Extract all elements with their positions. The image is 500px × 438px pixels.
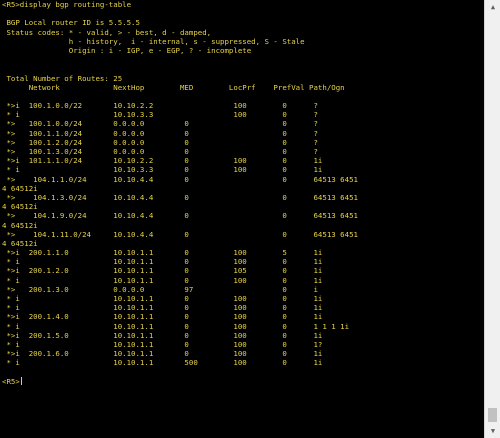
terminal-line-text: * i 10.10.1.1 0 100 0 1 1 1 1i [2,321,350,331]
terminal-line-text: *> 104.1.11.0/24 10.10.4.4 0 0 64513 645… [2,229,358,239]
terminal-line: * i 10.10.3.3 0 100 0 1i [0,165,484,174]
terminal-line: 4 64512i [0,202,484,211]
terminal-line: Total Number of Routes: 25 [0,74,484,83]
terminal-line: h - history, i - internal, s - suppresse… [0,37,484,46]
terminal-line-text: *> 104.1.1.0/24 10.10.4.4 0 0 64513 6451 [2,174,358,184]
terminal-line: *>i 200.1.1.0 10.10.1.1 0 100 5 1i [0,248,484,257]
terminal-line: *>i 200.1.4.0 10.10.1.1 0 100 0 1i [0,312,484,321]
terminal-line-text: Network NextHop MED LocPrf PrefVal Path/… [2,82,345,92]
terminal-line: *> 100.1.2.0/24 0.0.0.0 0 0 ? [0,138,484,147]
terminal-line-text: *> 200.1.3.0 0.0.0.0 97 0 i [2,284,318,294]
terminal-line-text: * i 10.10.1.1 0 100 0 1? [2,339,323,349]
terminal-line-text: Status codes: * - valid, > - best, d - d… [2,27,212,37]
terminal-line-text: BGP Local router ID is 5.5.5.5 [2,18,140,28]
terminal-line: * i 10.10.1.1 0 100 0 1i [0,257,484,266]
terminal-line-text: *> 100.1.0.0/24 0.0.0.0 0 0 ? [2,119,318,129]
scroll-down-arrow-icon[interactable]: ▼ [488,426,498,436]
terminal-line-text: *>i 200.1.5.0 10.10.1.1 0 100 0 1i [2,330,323,340]
terminal-line: * i 10.10.1.1 0 100 0 1? [0,340,484,349]
terminal-line-text: h - history, i - internal, s - suppresse… [2,36,305,46]
terminal-line-text: *> 100.1.1.0/24 0.0.0.0 0 0 ? [2,128,318,138]
terminal-line-text: Total Number of Routes: 25 [2,73,123,83]
terminal-line: * i 10.10.1.1 0 100 0 1 1 1 1i [0,322,484,331]
terminal-line-text: *> 100.1.3.0/24 0.0.0.0 0 0 ? [2,147,318,156]
terminal-line-text: *>i 200.1.1.0 10.10.1.1 0 100 5 1i [2,248,323,258]
terminal-line: *> 104.1.11.0/24 10.10.4.4 0 0 64513 645… [0,230,484,239]
terminal-line-text: *> 104.1.9.0/24 10.10.4.4 0 0 64513 6451 [2,211,358,221]
terminal-line: <R5>display bgp routing-table [0,0,484,9]
terminal-line: *> 104.1.3.0/24 10.10.4.4 0 0 64513 6451 [0,193,484,202]
terminal-line-text: 4 64512i [2,238,38,248]
terminal-line-text: *>i 100.1.0.0/22 10.10.2.2 100 0 ? [2,101,318,111]
terminal-line: * i 10.10.1.1 0 100 0 1i [0,276,484,285]
terminal-line: *>i 200.1.5.0 10.10.1.1 0 100 0 1i [0,331,484,340]
terminal-line: *> 100.1.3.0/24 0.0.0.0 0 0 ? [0,147,484,156]
terminal-line: * i 10.10.3.3 100 0 ? [0,110,484,119]
terminal-line: Status codes: * - valid, > - best, d - d… [0,28,484,37]
terminal-line-text: *> 104.1.3.0/24 10.10.4.4 0 0 64513 6451 [2,192,358,202]
terminal-line-text: * i 10.10.1.1 500 100 0 1i [2,358,323,368]
terminal-line: 4 64512i [0,221,484,230]
terminal-line: *>i 100.1.0.0/22 10.10.2.2 100 0 ? [0,101,484,110]
vertical-scrollbar[interactable]: ▲ ▼ [484,0,500,438]
terminal-line-text: 4 64512i [2,202,38,212]
terminal-line: * i 10.10.1.1 0 100 0 1i [0,303,484,312]
terminal-line-text: * i 10.10.3.3 100 0 ? [2,110,318,120]
terminal-line-text: * i 10.10.1.1 0 100 0 1i [2,257,323,267]
terminal-line: <R5> [0,376,484,386]
terminal-line-text: * i 10.10.3.3 0 100 0 1i [2,165,323,175]
terminal-line: Origin : i - IGP, e - EGP, ? - incomplet… [0,46,484,55]
terminal-line: 4 64512i [0,184,484,193]
terminal-line-text: * i 10.10.1.1 0 100 0 1i [2,294,323,303]
scroll-up-arrow-icon[interactable]: ▲ [488,2,498,12]
terminal-line: *>i 200.1.6.0 10.10.1.1 0 100 0 1i [0,349,484,358]
terminal-line: Network NextHop MED LocPrf PrefVal Path/… [0,83,484,92]
terminal-line-text: *> 100.1.2.0/24 0.0.0.0 0 0 ? [2,137,318,147]
text-cursor [20,376,22,385]
terminal-line-text: Origin : i - IGP, e - EGP, ? - incomplet… [2,45,252,55]
terminal-line: * i 10.10.1.1 500 100 0 1i [0,358,484,367]
terminal-line: *> 100.1.1.0/24 0.0.0.0 0 0 ? [0,129,484,138]
terminal-window[interactable]: <R5>display bgp routing-table BGP Local … [0,0,484,438]
terminal-line: *> 200.1.3.0 0.0.0.0 97 0 i [0,285,484,294]
terminal-line-text: *>i 101.1.1.0/24 10.10.2.2 0 100 0 1i [2,156,323,166]
terminal-line-text: <R5>display bgp routing-table [2,0,132,9]
terminal-line-text: *>i 200.1.6.0 10.10.1.1 0 100 0 1i [2,349,323,359]
terminal-line-text: 4 64512i [2,183,38,193]
terminal-line: *> 104.1.9.0/24 10.10.4.4 0 0 64513 6451 [0,211,484,220]
terminal-output: <R5>display bgp routing-table BGP Local … [0,0,484,438]
terminal-line: *>i 200.1.2.0 10.10.1.1 0 105 0 1i [0,266,484,275]
terminal-line: *> 104.1.1.0/24 10.10.4.4 0 0 64513 6451 [0,175,484,184]
terminal-line: *> 100.1.0.0/24 0.0.0.0 0 0 ? [0,119,484,128]
terminal-line-text: * i 10.10.1.1 0 100 0 1i [2,303,323,313]
terminal-line-text: 4 64512i [2,220,38,230]
scrollbar-thumb[interactable] [488,408,497,422]
terminal-line: * i 10.10.1.1 0 100 0 1i [0,294,484,303]
terminal-line-text: *>i 200.1.2.0 10.10.1.1 0 105 0 1i [2,266,323,276]
terminal-line: *>i 101.1.1.0/24 10.10.2.2 0 100 0 1i [0,156,484,165]
terminal-line-text: *>i 200.1.4.0 10.10.1.1 0 100 0 1i [2,312,323,322]
terminal-line: 4 64512i [0,239,484,248]
terminal-line-text: * i 10.10.1.1 0 100 0 1i [2,275,323,285]
terminal-line: BGP Local router ID is 5.5.5.5 [0,18,484,27]
terminal-line-text: <R5> [2,376,20,386]
